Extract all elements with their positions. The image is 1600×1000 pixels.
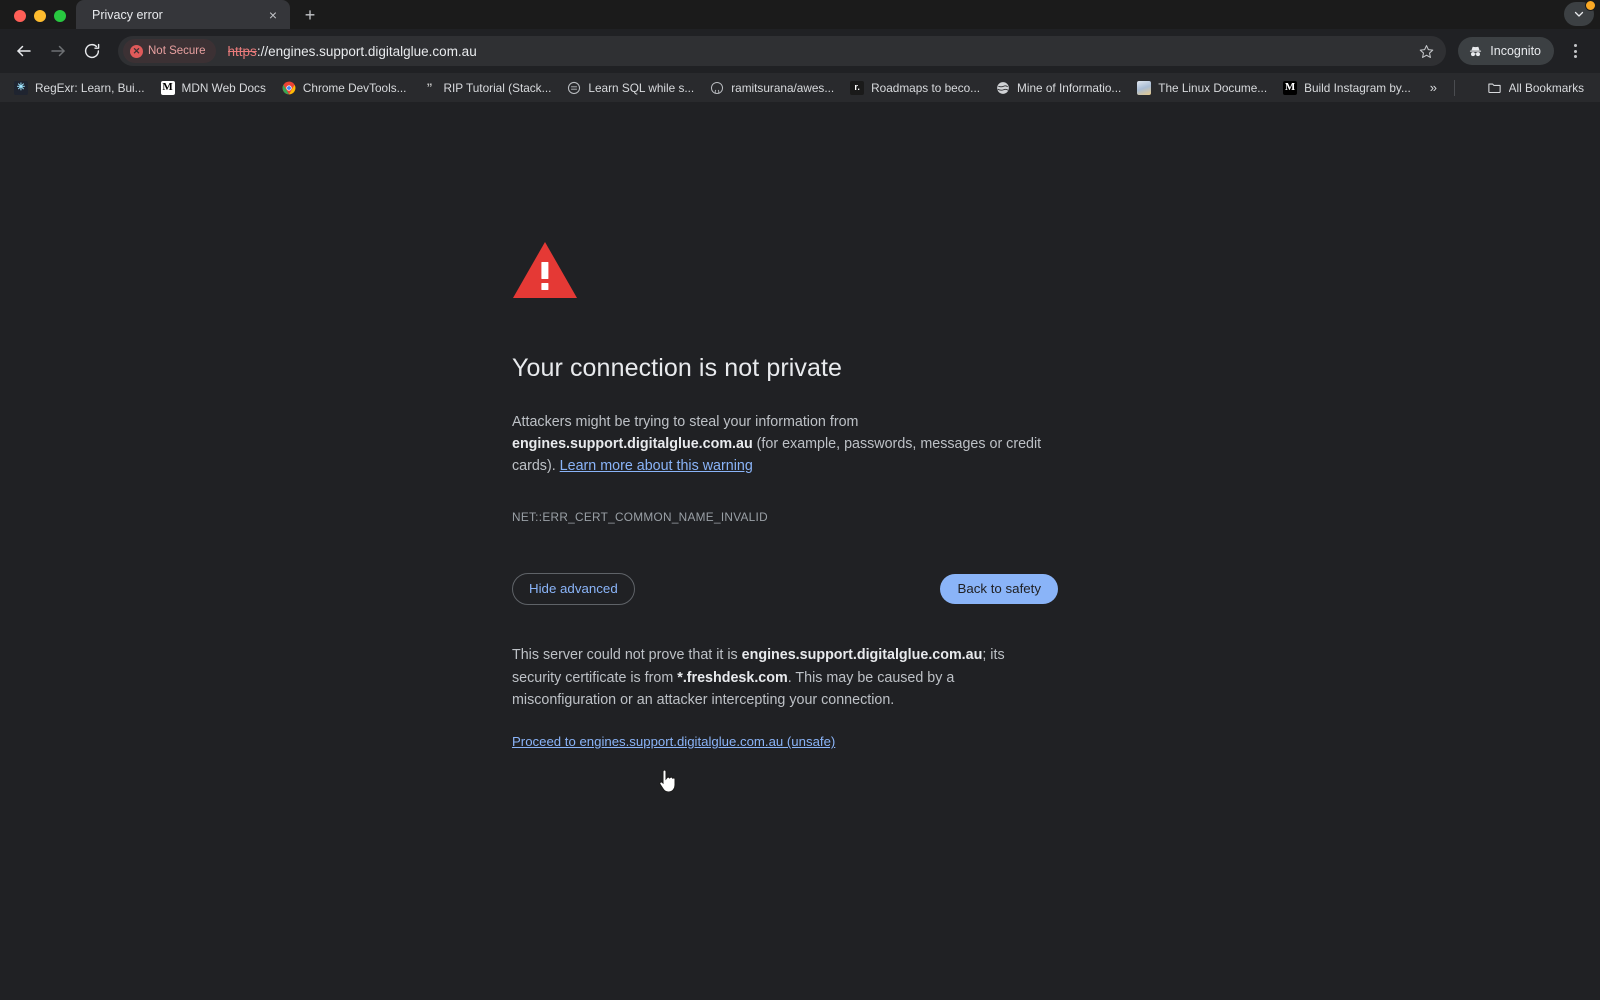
menu-dot [1573,55,1577,58]
forward-button[interactable] [42,35,74,67]
bookmark-label: MDN Web Docs [181,80,266,95]
url-text: https://engines.support.digitalglue.com.… [228,44,477,59]
back-button[interactable] [8,35,40,67]
bookmark-label: RIP Tutorial (Stack... [443,80,552,95]
bookmark-star-button[interactable] [1412,37,1440,65]
error-description-domain: engines.support.digitalglue.com.au [512,435,753,452]
learn-sql-favicon-icon [567,81,581,95]
url-rest: ://engines.support.digitalglue.com.au [256,43,477,59]
site-security-badge[interactable]: ✕ Not Secure [123,39,216,63]
bookmark-label: RegExr: Learn, Bui... [35,80,145,95]
chrome-menu-button[interactable] [1560,36,1590,66]
certificate-explanation: This server could not prove that it is e… [512,644,1057,711]
bookmark-item[interactable]: ramitsurana/awes... [702,77,842,99]
close-icon[interactable]: × [264,6,282,24]
omnibox-actions [1412,37,1442,65]
circle-icon [568,81,581,94]
reload-button[interactable] [76,35,108,67]
tab-search-button[interactable] [1564,0,1596,26]
cert-explanation-part1: This server could not prove that it is [512,647,742,664]
advanced-details-panel: This server could not prove that it is e… [512,644,1112,751]
update-available-dot [1585,0,1596,11]
chrome-logo-icon [282,81,296,94]
bookmark-item[interactable]: M Build Instagram by... [1275,77,1419,99]
bookmark-item[interactable]: Learn SQL while s... [559,77,702,99]
mdn-favicon-icon: M [160,80,175,95]
bookmark-label: Chrome DevTools... [302,80,407,95]
arrow-right-icon [51,45,65,57]
error-description: Attackers might be trying to steal your … [512,411,1052,478]
incognito-label: Incognito [1490,44,1541,58]
back-to-safety-button[interactable]: Back to safety [940,574,1058,605]
chrome-devtools-favicon-icon [282,81,296,95]
folder-icon [1487,83,1501,94]
error-description-lead: Attackers might be trying to steal your … [512,413,859,430]
globe-icon [997,81,1009,94]
close-window-button[interactable] [14,10,26,22]
proceed-unsafe-link[interactable]: Proceed to engines.support.digitalglue.c… [512,734,835,749]
bookmark-label: Learn SQL while s... [588,80,695,95]
minimize-window-button[interactable] [34,10,46,22]
not-secure-icon: ✕ [130,44,143,58]
incognito-icon [1470,46,1482,56]
globe-favicon-icon [996,81,1010,95]
pointer-hand-cursor-icon [659,769,676,793]
page-title: Your connection is not private [512,354,843,382]
bookmark-item[interactable]: ✳ RegExr: Learn, Bui... [6,77,153,99]
tab-strip: Privacy error × + [0,0,1600,29]
browser-window: Privacy error × + ✕ Not Secure https://e… [0,0,1600,1000]
window-controls [0,10,76,29]
bookmark-label: ramitsurana/awes... [731,80,835,95]
chevron-down-icon [1574,11,1584,17]
github-logo-icon [711,81,724,94]
bookmarks-overflow-button[interactable]: » [1421,78,1446,97]
star-icon [1419,44,1434,58]
ssl-interstitial: Your connection is not private Attackers… [512,240,1112,751]
tabstrip-right-controls [1564,0,1596,26]
cert-explanation-server: engines.support.digitalglue.com.au [741,647,983,664]
address-bar[interactable]: ✕ Not Secure https://engines.support.dig… [118,36,1447,66]
maximize-window-button[interactable] [54,10,66,22]
medium-favicon-icon: M [1283,80,1298,95]
error-code: NET::ERR_CERT_COMMON_NAME_INVALID [512,510,768,525]
bookmark-label: The Linux Docume... [1158,80,1268,95]
browser-toolbar: ✕ Not Secure https://engines.support.dig… [0,29,1600,73]
mouse-cursor [658,769,676,793]
bookmark-item[interactable]: r. Roadmaps to beco... [842,77,988,99]
not-secure-label: Not Secure [148,45,206,57]
bookmark-item[interactable]: The Linux Docume... [1129,77,1275,99]
regexr-favicon-icon: ✳ [14,80,28,95]
github-favicon-icon [710,81,724,95]
learn-more-link[interactable]: Learn more about this warning [560,458,753,474]
reload-icon [84,43,100,59]
menu-dot [1573,49,1577,53]
bookmark-item[interactable]: ” RIP Tutorial (Stack... [414,77,559,99]
tab-title: Privacy error [92,7,163,22]
incognito-indicator[interactable]: Incognito [1458,37,1554,65]
page-content: Your connection is not private Attackers… [0,102,1600,1000]
browser-tab-privacy-error[interactable]: Privacy error × [76,0,290,29]
cert-explanation-cert: *.freshdesk.com [677,669,788,686]
new-tab-button[interactable]: + [296,1,324,29]
bookmark-item[interactable]: Mine of Informatio... [988,77,1129,99]
bookmark-label: Mine of Informatio... [1017,80,1122,95]
warning-triangle-icon [512,240,1112,300]
bookmark-item[interactable]: M MDN Web Docs [153,77,274,99]
arrow-left-icon [17,45,31,57]
menu-dot [1573,44,1577,47]
hide-advanced-button[interactable]: Hide advanced [512,573,635,606]
interstitial-button-row: Hide advanced Back to safety [512,573,1058,606]
bookmark-item[interactable]: Chrome DevTools... [274,77,415,99]
bookmark-label: Build Instagram by... [1304,80,1411,95]
rip-tutorial-favicon-icon: ” [426,80,433,95]
all-bookmarks-label: All Bookmarks [1508,80,1584,95]
roadmap-favicon-icon: r. [850,80,865,95]
all-bookmarks-button[interactable]: All Bookmarks [1479,76,1592,99]
url-scheme: https [227,43,257,59]
bookmark-label: Roadmaps to beco... [871,80,981,95]
warning-triangle-glyph [513,242,577,298]
bookmarks-separator [1454,79,1456,96]
bookmarks-bar: ✳ RegExr: Learn, Bui... M MDN Web Docs C… [0,73,1600,102]
linux-doc-favicon-icon [1137,80,1152,95]
